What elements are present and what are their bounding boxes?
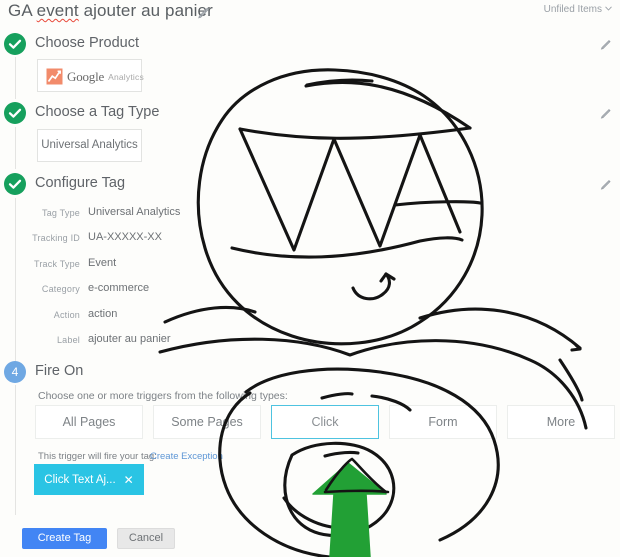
trigger-button-click[interactable]: Click — [271, 405, 379, 439]
field-value: ajouter au panier — [88, 332, 171, 345]
step-4-number-badge: 4 — [4, 361, 26, 383]
field-row: Tracking ID UA-XXXXX-XX — [0, 230, 300, 255]
close-icon[interactable]: ✕ — [124, 474, 134, 486]
field-label: Tracking ID — [32, 233, 80, 244]
step-4-number: 4 — [11, 365, 19, 379]
step-3-title: Configure Tag — [35, 175, 126, 191]
field-row: Track Type Event — [0, 256, 300, 281]
page-title-suffix: ajouter au panier — [78, 1, 213, 20]
selected-trigger-chip[interactable]: Click Text Aj... ✕ — [34, 464, 144, 495]
page-title: GA event ajouter au panier — [8, 1, 213, 21]
title-edit-pencil-icon[interactable] — [196, 4, 212, 20]
trigger-button-more[interactable]: More — [507, 405, 615, 439]
field-value: e-commerce — [88, 282, 150, 295]
trigger-button-some-pages[interactable]: Some Pages — [153, 405, 261, 439]
field-value: Universal Analytics — [88, 206, 181, 218]
step-2-check-icon — [4, 102, 26, 124]
field-label: Category — [41, 284, 80, 295]
google-analytics-icon — [46, 68, 63, 85]
step-4-title: Fire On — [35, 363, 84, 379]
workspace-selector[interactable]: Unfiled Items — [544, 3, 612, 15]
chevron-down-icon — [605, 3, 612, 14]
step-3-check-icon — [4, 173, 26, 195]
field-label: Label — [56, 334, 80, 345]
step-2-title: Choose a Tag Type — [35, 104, 160, 120]
google-analytics-logo: Google Analytics — [46, 68, 144, 85]
field-label: Track Type — [33, 258, 80, 269]
page-title-misspelled-word: event — [36, 1, 79, 20]
field-label: Action — [53, 309, 80, 320]
trigger-hint-text: Choose one or more triggers from the fol… — [38, 390, 288, 402]
field-value: UA-XXXXX-XX — [88, 231, 162, 244]
configure-tag-fields: Tag Type Universal Analytics Tracking ID… — [0, 205, 300, 357]
field-row: Tag Type Universal Analytics — [0, 205, 300, 230]
step-1-title: Choose Product — [35, 35, 139, 51]
page-title-prefix: GA — [8, 1, 37, 20]
tag-editor-page: GA event ajouter au panier Unfiled Items… — [0, 0, 620, 557]
field-value: Event — [88, 256, 117, 269]
field-label: Tag Type — [42, 208, 80, 218]
step-rail-2 — [14, 127, 16, 169]
product-name-label: Analytics — [108, 71, 144, 82]
create-exception-link[interactable]: Create Exception — [150, 451, 223, 462]
product-brand-label: Google — [67, 68, 105, 84]
field-row: Action action — [0, 307, 300, 332]
workspace-label: Unfiled Items — [543, 4, 602, 15]
field-row: Label ajouter au panier — [0, 332, 300, 357]
selected-tag-type-box[interactable]: Universal Analytics — [37, 129, 142, 162]
step-2-edit-pencil-icon[interactable] — [599, 106, 613, 120]
step-rail-4 — [14, 385, 16, 515]
step-3-edit-pencil-icon[interactable] — [599, 177, 613, 191]
step-rail-1 — [14, 57, 16, 99]
step-1-check-icon — [4, 33, 26, 55]
page-header: GA event ajouter au panier Unfiled Items — [0, 0, 620, 26]
green-arrow-annotation — [312, 457, 390, 557]
selected-product-box[interactable]: Google Analytics — [37, 59, 144, 92]
trigger-button-form[interactable]: Form — [389, 405, 497, 439]
fire-trigger-text: This trigger will fire your tag: — [38, 451, 157, 462]
step-1-edit-pencil-icon[interactable] — [599, 37, 613, 51]
field-value: action — [88, 307, 118, 320]
trigger-button-all-pages[interactable]: All Pages — [35, 405, 143, 439]
cancel-button[interactable]: Cancel — [117, 528, 175, 549]
create-tag-button[interactable]: Create Tag — [22, 528, 107, 549]
trigger-type-group: All Pages Some Pages Click Form More — [35, 405, 615, 439]
selected-trigger-chip-label: Click Text Aj... — [44, 473, 116, 486]
field-row: Category e-commerce — [0, 281, 300, 306]
